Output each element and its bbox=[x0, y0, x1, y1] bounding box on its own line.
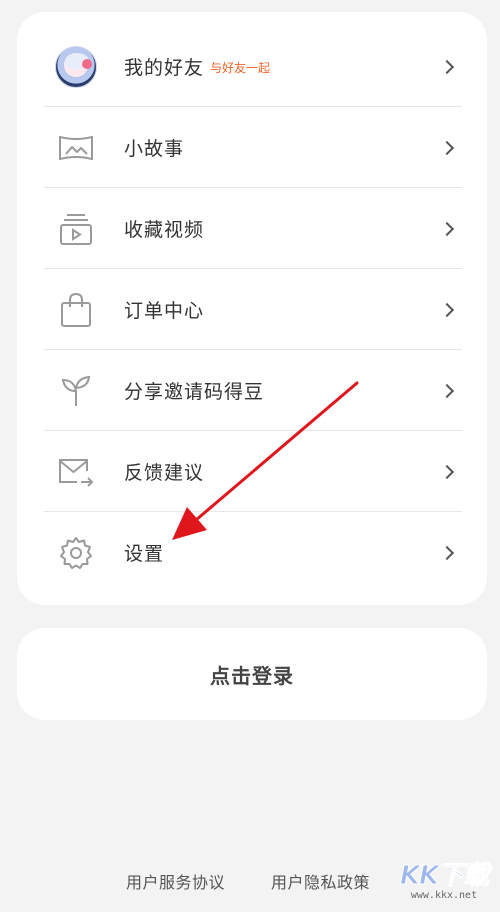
profile-page: 我的好友 与好友一起 小故事 收藏视频 订单中心 分享邀请码得豆 反馈建议 设置… bbox=[0, 0, 500, 912]
login-button-label: 点击登录 bbox=[210, 663, 294, 688]
chevron-right-icon bbox=[439, 383, 455, 398]
menu-item-label: 分享邀请码得豆 bbox=[124, 381, 265, 403]
menu-item-share-invite[interactable]: 分享邀请码得豆 bbox=[44, 350, 462, 431]
terms-of-service-link[interactable]: 用户服务协议 bbox=[126, 869, 225, 893]
gear-icon bbox=[54, 531, 98, 575]
mail-forward-icon bbox=[54, 450, 98, 494]
watermark-logo: KK下载 www.kkx.net bbox=[388, 855, 500, 912]
menu-item-label: 我的好友 bbox=[124, 57, 205, 79]
picture-icon bbox=[54, 126, 98, 170]
menu-item-label: 收藏视频 bbox=[124, 219, 205, 241]
menu-item-sublabel: 与好友一起 bbox=[210, 61, 271, 75]
chevron-right-icon bbox=[439, 464, 455, 479]
login-button[interactable]: 点击登录 bbox=[17, 628, 487, 720]
shopping-bag-icon bbox=[54, 288, 98, 332]
menu-item-feedback[interactable]: 反馈建议 bbox=[44, 431, 462, 512]
watermark-logo-text: KK下载 bbox=[399, 861, 489, 892]
avatar bbox=[54, 45, 98, 89]
menu-item-friends[interactable]: 我的好友 与好友一起 bbox=[44, 26, 462, 107]
chevron-right-icon bbox=[439, 221, 455, 236]
sprout-icon bbox=[54, 369, 98, 413]
chevron-right-icon bbox=[439, 140, 455, 155]
menu-item-settings[interactable]: 设置 bbox=[44, 512, 462, 593]
menu-item-label: 小故事 bbox=[124, 138, 185, 160]
menu-item-label: 订单中心 bbox=[124, 300, 205, 322]
menu-item-label: 反馈建议 bbox=[124, 462, 205, 484]
privacy-policy-link[interactable]: 用户隐私政策 bbox=[271, 869, 370, 893]
menu-item-favorite-videos[interactable]: 收藏视频 bbox=[44, 188, 462, 269]
menu-item-stories[interactable]: 小故事 bbox=[44, 107, 462, 188]
menu-card: 我的好友 与好友一起 小故事 收藏视频 订单中心 分享邀请码得豆 反馈建议 设置 bbox=[17, 12, 487, 605]
menu-item-orders[interactable]: 订单中心 bbox=[44, 269, 462, 350]
video-collection-icon bbox=[54, 207, 98, 251]
menu-item-label: 设置 bbox=[124, 543, 165, 565]
chevron-right-icon bbox=[439, 302, 455, 317]
chevron-right-icon bbox=[439, 545, 455, 560]
chevron-right-icon bbox=[439, 59, 455, 74]
